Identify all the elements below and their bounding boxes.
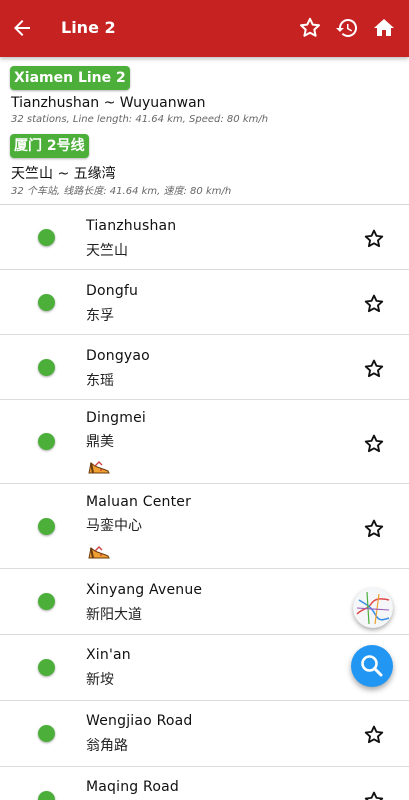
star-outline-icon[interactable] xyxy=(363,228,385,250)
station-name-cn: 新阳大道 xyxy=(86,607,142,623)
station-dot-icon xyxy=(38,359,55,376)
station-name-en: Wengjiao Road xyxy=(86,713,193,729)
station-name-en: Dingmei xyxy=(86,410,146,426)
route-en: Tianzhushan ~ Wuyuanwan xyxy=(11,95,206,111)
station-name-en: Maqing Road xyxy=(86,779,179,795)
station-name-cn: 鼎美 xyxy=(86,434,114,450)
station-name-cn: 翁角路 xyxy=(86,738,128,754)
station-name-cn: 东孚 xyxy=(86,308,114,324)
line-meta-cn: 32 个车站, 线路长度: 41.64 km, 速度: 80 km/h xyxy=(11,186,232,197)
station-list: Tianzhushan 天竺山 Dongfu 东孚 Dongyao 东瑶 Din… xyxy=(0,205,409,800)
station-dot-icon xyxy=(38,229,55,246)
station-row[interactable]: Xin'an 新垵 xyxy=(0,635,409,701)
star-outline-icon[interactable] xyxy=(363,724,385,746)
station-row[interactable]: Dongyao 东瑶 xyxy=(0,335,409,400)
station-name-cn: 东瑶 xyxy=(86,373,114,389)
station-dot-icon xyxy=(38,593,55,610)
station-name-cn: 马銮中心 xyxy=(86,518,142,534)
station-dot-icon xyxy=(38,659,55,676)
home-icon[interactable] xyxy=(372,16,396,40)
metro-map-button[interactable] xyxy=(353,588,393,628)
station-dot-icon xyxy=(38,725,55,742)
station-row[interactable]: Dongfu 东孚 xyxy=(0,270,409,335)
station-name-cn: 新垵 xyxy=(86,672,114,688)
route-cn: 天竺山 ~ 五缘湾 xyxy=(11,166,116,182)
search-icon xyxy=(361,655,383,677)
station-name-en: Dongyao xyxy=(86,348,150,364)
search-button[interactable] xyxy=(351,645,393,687)
line-badge-en: Xiamen Line 2 xyxy=(10,66,130,90)
station-name-cn: 天竺山 xyxy=(86,243,128,259)
star-outline-icon[interactable] xyxy=(363,790,385,800)
line-info-header: Xiamen Line 2 Tianzhushan ~ Wuyuanwan 32… xyxy=(0,57,409,205)
app-bar: Line 2 xyxy=(0,0,409,57)
station-name-en: Dongfu xyxy=(86,283,139,299)
star-outline-icon[interactable] xyxy=(363,518,385,540)
star-outline-icon[interactable] xyxy=(363,293,385,315)
line-meta-en: 32 stations, Line length: 41.64 km, Spee… xyxy=(11,114,269,125)
star-outline-icon[interactable] xyxy=(363,358,385,380)
station-name-en: Tianzhushan xyxy=(86,218,177,234)
station-row[interactable]: Tianzhushan 天竺山 xyxy=(0,205,409,270)
station-row[interactable]: Maluan Center 马銮中心 xyxy=(0,484,409,569)
star-outline-icon[interactable] xyxy=(363,433,385,455)
station-row[interactable]: Dingmei 鼎美 xyxy=(0,400,409,484)
station-dot-icon xyxy=(38,433,55,450)
station-row[interactable]: Maqing Road xyxy=(0,767,409,800)
high-heel-shoe-icon xyxy=(88,461,110,474)
station-dot-icon xyxy=(38,294,55,311)
star-outline-icon[interactable] xyxy=(298,16,322,40)
station-dot-icon xyxy=(38,791,55,800)
history-icon[interactable] xyxy=(335,16,359,40)
station-name-en: Maluan Center xyxy=(86,494,192,510)
high-heel-shoe-icon xyxy=(88,546,110,559)
page-title: Line 2 xyxy=(61,18,116,37)
metro-map-icon xyxy=(356,591,390,625)
line-badge-cn: 厦门 2号线 xyxy=(10,134,89,158)
arrow-back-icon[interactable] xyxy=(10,16,34,40)
station-row[interactable]: Wengjiao Road 翁角路 xyxy=(0,701,409,767)
station-row[interactable]: Xinyang Avenue 新阳大道 xyxy=(0,569,409,635)
station-dot-icon xyxy=(38,518,55,535)
station-name-en: Xin'an xyxy=(86,647,131,663)
station-name-en: Xinyang Avenue xyxy=(86,582,203,598)
